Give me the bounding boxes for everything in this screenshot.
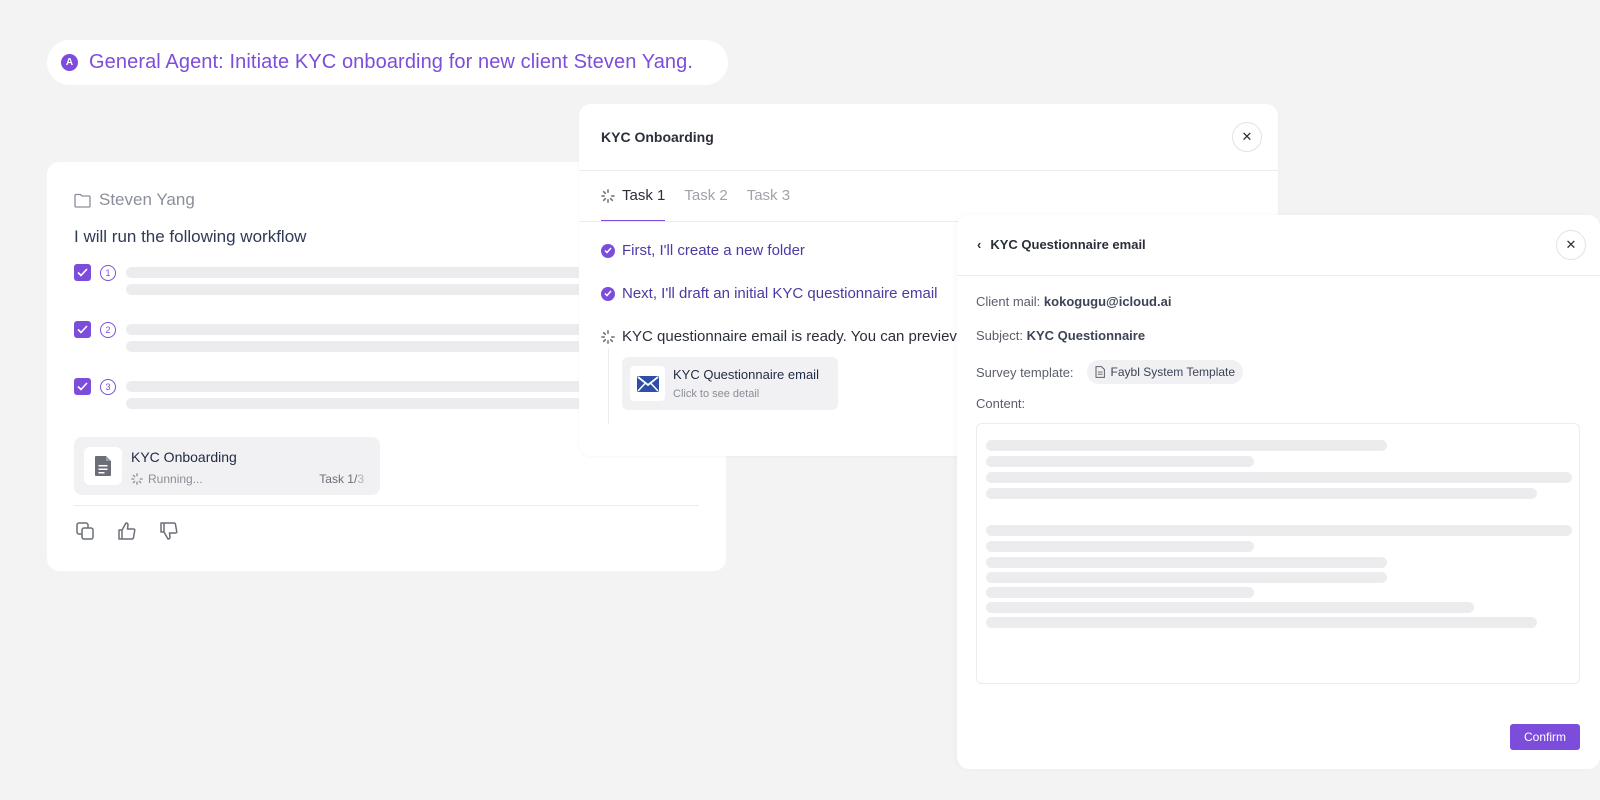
- step-number: 1: [100, 265, 116, 281]
- email-detail-panel: ‹ KYC Questionnaire email ✕ Client mail:…: [957, 215, 1600, 769]
- log-text: First, I'll create a new folder: [622, 242, 805, 259]
- template-chip[interactable]: Faybl System Template: [1086, 360, 1244, 384]
- email-content-area[interactable]: [976, 423, 1580, 684]
- mail-icon: [630, 366, 665, 401]
- agent-avatar: A: [61, 54, 78, 71]
- task-counter: Task 1/3: [319, 472, 364, 486]
- content-placeholder-line: [986, 557, 1387, 568]
- chevron-left-icon: ‹: [977, 237, 982, 252]
- content-placeholder-line: [986, 572, 1387, 583]
- tab-task-1[interactable]: Task 1: [601, 171, 666, 222]
- tab-task-2[interactable]: Task 2: [684, 171, 727, 222]
- content-placeholder-line: [986, 525, 1572, 536]
- content-placeholder-line: [986, 587, 1254, 598]
- content-placeholder-line: [986, 541, 1254, 552]
- content-placeholder-line: [986, 617, 1537, 628]
- email-card-title: KYC Questionnaire email: [673, 367, 819, 382]
- email-card-subtitle: Click to see detail: [673, 388, 760, 400]
- check-icon: [77, 268, 88, 277]
- task-card-title: KYC Onboarding: [131, 449, 237, 465]
- confirm-button[interactable]: Confirm: [1510, 724, 1580, 750]
- client-mail-value: kokogugu@icloud.ai: [1043, 294, 1172, 309]
- step-checkbox[interactable]: [74, 321, 91, 338]
- survey-template-field: Survey template: Faybl System Template: [976, 360, 1244, 384]
- task-card-status-text: Running...: [148, 472, 203, 486]
- task-counter-total: 3: [357, 472, 364, 486]
- content-placeholder-line: [986, 602, 1474, 613]
- template-label: Survey template:: [976, 364, 1074, 380]
- template-name: Faybl System Template: [1110, 365, 1236, 379]
- step-number: 2: [100, 322, 116, 338]
- content-placeholder-line: [986, 472, 1572, 483]
- folder-name: Steven Yang: [99, 190, 195, 209]
- close-button[interactable]: ✕: [1232, 122, 1262, 152]
- divider: [74, 505, 699, 506]
- task-progress-card[interactable]: KYC Onboarding Running... Task 1/3: [74, 437, 380, 495]
- panel-title: KYC Onboarding: [601, 129, 714, 145]
- content-placeholder-line: [986, 488, 1537, 499]
- tab-label: Task 1: [622, 187, 666, 204]
- step-checkbox[interactable]: [74, 264, 91, 281]
- thumbs-up-icon[interactable]: [116, 520, 138, 542]
- folder-row[interactable]: Steven Yang: [74, 190, 195, 210]
- document-icon: [1095, 366, 1105, 378]
- task-tabs: Task 1 Task 2 Task 3: [601, 171, 809, 222]
- log-item: KYC questionnaire email is ready. You ca…: [601, 328, 957, 345]
- check-circle-icon: [601, 286, 615, 301]
- panel-header: KYC Onboarding ✕: [579, 104, 1278, 171]
- log-connector: [608, 348, 609, 424]
- spinner-icon: [601, 189, 615, 203]
- check-icon: [77, 382, 88, 391]
- log-text: Next, I'll draft an initial KYC question…: [622, 285, 938, 302]
- back-button[interactable]: ‹ KYC Questionnaire email: [977, 237, 1146, 252]
- content-placeholder-line: [986, 456, 1254, 467]
- check-circle-icon: [601, 243, 615, 258]
- detail-title: KYC Questionnaire email: [990, 237, 1146, 252]
- log-text: KYC questionnaire email is ready. You ca…: [622, 328, 957, 345]
- close-icon: ✕: [1565, 237, 1577, 252]
- workflow-intro: I will run the following workflow: [74, 227, 307, 246]
- spinner-icon: [131, 473, 143, 485]
- thumbs-down-icon[interactable]: [158, 520, 180, 542]
- close-icon: ✕: [1241, 129, 1253, 144]
- copy-icon[interactable]: [74, 520, 96, 542]
- task-card-status: Running...: [131, 472, 203, 486]
- content-label: Content:: [976, 396, 1026, 411]
- step-checkbox[interactable]: [74, 378, 91, 395]
- agent-prompt: A General Agent: Initiate KYC onboarding…: [47, 40, 728, 85]
- folder-icon: [74, 193, 91, 208]
- detail-header: ‹ KYC Questionnaire email ✕: [957, 215, 1600, 276]
- spinner-icon: [601, 329, 615, 344]
- close-button[interactable]: ✕: [1556, 230, 1586, 260]
- content-placeholder-line: [986, 440, 1387, 451]
- log-item: Next, I'll draft an initial KYC question…: [601, 285, 938, 302]
- task-counter-label: Task 1/: [319, 472, 358, 486]
- prompt-text: General Agent: Initiate KYC onboarding f…: [89, 51, 694, 73]
- email-preview-card[interactable]: KYC Questionnaire email Click to see det…: [622, 357, 838, 410]
- client-mail-label: Client mail:: [976, 294, 1041, 309]
- log-item: First, I'll create a new folder: [601, 242, 805, 259]
- message-actions: [74, 520, 180, 542]
- tab-task-3[interactable]: Task 3: [747, 171, 790, 222]
- document-icon: [84, 447, 122, 485]
- subject-value: KYC Questionnaire: [1026, 328, 1146, 343]
- subject-field: Subject: KYC Questionnaire: [976, 328, 1145, 343]
- subject-label: Subject:: [976, 328, 1023, 343]
- client-mail-field: Client mail: kokogugu@icloud.ai: [976, 294, 1171, 309]
- step-number: 3: [100, 379, 116, 395]
- check-icon: [77, 325, 88, 334]
